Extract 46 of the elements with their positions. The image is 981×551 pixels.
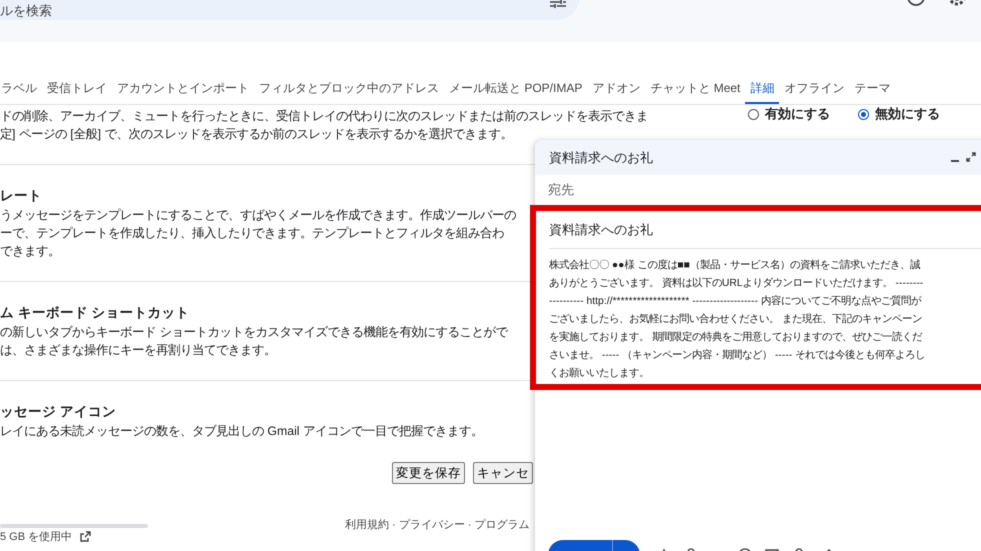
settings-tab[interactable]: フィルタとブロック中のアドレス xyxy=(254,74,444,104)
settings-tab[interactable]: 詳細 xyxy=(745,74,780,104)
email-body-line: ありがとうございます。 資料は以下のURLよりダウンロードいただけます。 -------- xyxy=(549,276,924,291)
expand-icon[interactable] xyxy=(966,152,976,162)
setting-description: 定] ページの [全般] で、次のスレッドを表示するか前のスレッドを表示するかを選択できます。 xyxy=(0,126,512,143)
setting-description: は、さまざまな操作にキーを再割り当てできます。 xyxy=(0,342,276,359)
storage-text: 5 GB を使用中 xyxy=(0,530,72,544)
subject-field[interactable]: 資料請求へのお礼 xyxy=(549,211,981,249)
setting-title: ム キーボード ショートカット xyxy=(0,304,190,322)
setting-description: できます。 xyxy=(0,243,60,260)
external-link-icon[interactable] xyxy=(80,531,92,542)
setting-description: レイにある未読メッセージの数を、タブ見出しの Gmail アイコンで一目で把握できます。 xyxy=(0,423,483,440)
form-button[interactable]: 変更を保存 xyxy=(392,462,465,484)
email-body-line: くお願いいたします。 xyxy=(549,366,650,381)
settings-tab[interactable]: テーマ xyxy=(849,74,896,104)
radio-option[interactable]: 有効にする xyxy=(748,105,830,123)
settings-tab[interactable]: オフライン xyxy=(779,74,850,104)
radio-label: 有効にする xyxy=(765,105,830,123)
minimize-icon[interactable] xyxy=(951,160,959,163)
settings-tab[interactable]: 受信トレイ xyxy=(42,74,112,104)
setting-description: ーで、テンプレートを作成したり、挿入したりできます。テンプレートとフィルタを組み合わ xyxy=(0,225,504,242)
radio-option[interactable]: 無効にする xyxy=(858,105,940,123)
footer-links[interactable]: 利用規約 · プライバシー · プログラム xyxy=(345,517,530,532)
settings-tab[interactable]: チャットと Meet xyxy=(645,74,746,104)
compose-title: 資料請求へのお礼 xyxy=(549,148,653,166)
setting-title: レート xyxy=(0,187,42,205)
email-body-line: さいませ。 ----- （キャンペーン内容・期間など） ----- それでは今後とも何卒よろし xyxy=(549,348,926,363)
settings-tab[interactable]: メール転送と POP/IMAP xyxy=(444,74,588,104)
radio-button[interactable] xyxy=(858,108,869,120)
radio-label: 無効にする xyxy=(875,105,940,123)
setting-description: うメッセージをテンプレートにすることで、すばやくメールを作成できます。作成ツールバーの xyxy=(0,207,516,224)
email-body-line: 株式会社〇〇 ●●様 この度は■■（製品・サービス名）の資料をご請求いただき、誠 xyxy=(549,258,921,273)
setting-title: ッセージ アイコン xyxy=(0,403,116,421)
email-body-line: ございましたら、お気軽にお問い合わせください。 また現在、下記のキャンペーン xyxy=(549,312,923,327)
setting-description: の新しいタブからキーボード ショートカットをカスタマイズできる機能を有効にすることがで xyxy=(0,324,508,341)
radio-button[interactable] xyxy=(748,108,759,120)
filter-icon[interactable] xyxy=(549,0,567,8)
email-body-line: を実施しております。 期間限定の特典をご用意しておりますので、ぜひご一読くだ xyxy=(549,330,924,345)
settings-tab[interactable]: アドオン xyxy=(587,74,646,104)
search-field[interactable]: ルを検索 xyxy=(0,0,580,20)
form-button[interactable]: キャンセ xyxy=(473,462,533,484)
settings-tab[interactable]: アカウントとインポート xyxy=(112,74,254,104)
settings-tab[interactable]: ラベル xyxy=(0,74,42,104)
email-body-line: ---------- http://******************* ------------------- 内容についてご不明な点やご質問が xyxy=(549,294,922,309)
recipient-field[interactable]: 宛先 xyxy=(535,175,981,205)
setting-description: ドの削除、アーカイブ、ミュートを行ったときに、受信トレイの代わりに次のスレッドまたは前のスレッドを表示できま xyxy=(0,108,648,125)
